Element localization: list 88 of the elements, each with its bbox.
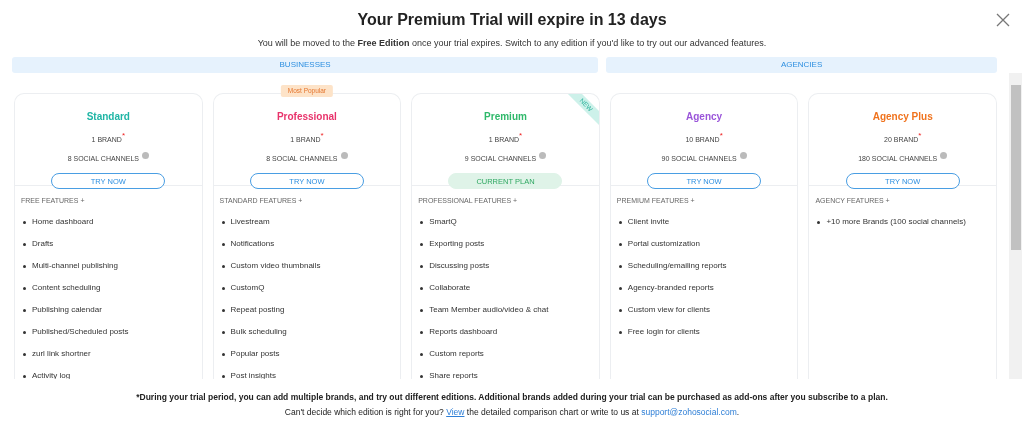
bullet-icon <box>23 330 26 334</box>
feature-item: Portal customization <box>627 238 700 250</box>
feature-item: Discussing posts <box>429 260 490 272</box>
bullet-icon <box>221 220 225 224</box>
feature-item: Scheduling/emailing reports <box>627 260 727 272</box>
feature-item: Activity log <box>32 370 71 379</box>
feature-item: Share reports <box>429 370 478 379</box>
plan-name: Agency Plus <box>872 111 933 123</box>
feature-item: Drafts <box>32 238 54 250</box>
help-icon[interactable] <box>739 152 747 159</box>
bullet-icon <box>618 286 622 290</box>
bullet-icon <box>420 264 424 268</box>
feature-item: CustomQ <box>230 282 265 294</box>
bullet-icon <box>23 242 26 246</box>
bullet-icon <box>618 264 622 268</box>
feature-item: Multi-channel publishing <box>32 260 118 272</box>
help-icon[interactable] <box>940 152 948 159</box>
bullet-icon <box>618 220 622 224</box>
bullet-icon <box>420 352 424 356</box>
bullet-icon <box>221 330 225 334</box>
feature-item: Content scheduling <box>32 282 101 294</box>
bullet-icon <box>420 308 424 312</box>
close-icon <box>996 13 1010 27</box>
feature-item: Custom video thumbnails <box>230 260 321 272</box>
feature-item: Reports dashboard <box>429 326 498 338</box>
asterisk-mark: * <box>121 131 126 140</box>
bullet-icon <box>23 352 26 356</box>
close-button[interactable] <box>996 13 1010 27</box>
bullet-icon <box>221 352 225 356</box>
asterisk-mark: * <box>320 131 324 140</box>
scrollbar-thumb[interactable] <box>1011 85 1021 250</box>
feature-item: Popular posts <box>230 348 280 360</box>
plan-name: Agency <box>686 111 723 123</box>
bullet-icon <box>221 264 225 268</box>
feature-item: Custom view for clients <box>627 304 711 316</box>
asterisk-mark: * <box>719 131 723 140</box>
bullet-icon <box>221 242 225 246</box>
bullet-icon <box>23 264 26 268</box>
bullet-icon <box>420 330 424 334</box>
category-header: BUSINESSES <box>12 57 599 73</box>
help-icon[interactable] <box>141 152 149 159</box>
bullet-icon <box>23 374 26 378</box>
feature-item: Livestream <box>230 216 270 228</box>
bullet-icon <box>23 308 26 312</box>
view-link[interactable]: View <box>446 407 465 417</box>
feature-item: Bulk scheduling <box>230 326 287 338</box>
bullet-icon <box>618 330 622 334</box>
dialog-title: Your Premium Trial will expire in 13 days <box>357 10 667 30</box>
subtitle: You will be moved to the Free Edition once your trial expires. Switch to any edition if you'd like to try out our advanced features. <box>256 37 768 49</box>
email-link[interactable]: support@zohosocial.com <box>641 407 737 417</box>
plan-name: Standard <box>86 111 130 123</box>
plan-name: Professional <box>276 111 337 123</box>
feature-item: Team Member audio/video & chat <box>429 304 549 316</box>
feature-item: +10 more Brands (100 social channels) <box>826 216 966 228</box>
help-icon[interactable] <box>340 152 348 159</box>
feature-item: Client invite <box>627 216 670 228</box>
bullet-icon <box>618 308 622 312</box>
feature-item: Published/Scheduled posts <box>32 326 129 338</box>
feature-item: Exporting posts <box>429 238 485 250</box>
help-icon[interactable] <box>539 152 547 159</box>
bullet-icon <box>221 374 225 378</box>
feature-item: Notifications <box>230 238 275 250</box>
feature-item: zurl link shortner <box>32 348 91 360</box>
feature-item: Repeat posting <box>230 304 285 316</box>
feature-item: Post insights <box>230 370 276 379</box>
feature-item: Free login for clients <box>627 326 700 338</box>
bullet-icon <box>23 220 26 224</box>
feature-item: Agency-branded reports <box>627 282 714 294</box>
bullet-icon <box>23 286 26 290</box>
feature-item: Custom reports <box>429 348 484 360</box>
asterisk-mark: * <box>519 131 523 140</box>
asterisk-mark: * <box>918 131 922 140</box>
plan-name: Premium <box>484 111 527 123</box>
bullet-icon <box>420 242 424 246</box>
bullet-icon <box>817 220 821 224</box>
bullet-icon <box>221 286 225 290</box>
feature-item: SmartQ <box>429 216 457 228</box>
bullet-icon <box>618 242 622 246</box>
feature-item: Collaborate <box>429 282 471 294</box>
bullet-icon <box>420 220 424 224</box>
trial-note: *During your trial period, you can add multiple brands, and try out different editions. Additional brands added during your trial can be purchased as add-ons after you subscribe to a plan. <box>135 391 889 403</box>
bullet-icon <box>221 308 225 312</box>
bullet-icon <box>420 374 424 378</box>
category-header: AGENCIES <box>606 57 997 73</box>
feature-item: Publishing calendar <box>32 304 102 316</box>
help-text: Can't decide which edition is right for you? View the detailed comparison chart or write to us at support@zohosocial.com. <box>283 406 741 418</box>
feature-item: Home dashboard <box>32 216 94 228</box>
bullet-icon <box>420 286 424 290</box>
